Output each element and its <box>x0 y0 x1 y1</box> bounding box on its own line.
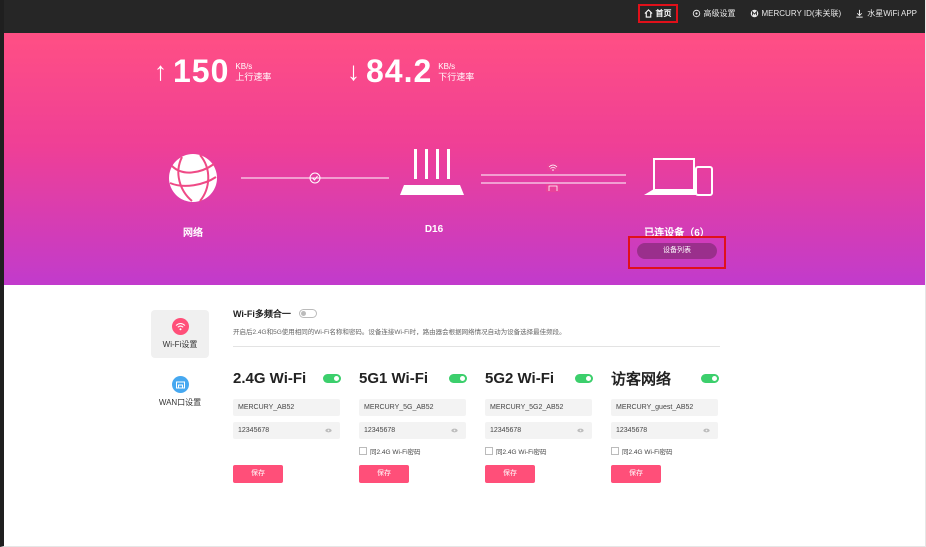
show-password-icon[interactable] <box>703 428 710 433</box>
band-header: 访客网络 <box>611 369 737 388</box>
save-button[interactable]: 保存 <box>611 465 661 483</box>
nav-home-label: 首页 <box>655 9 672 18</box>
password-input[interactable]: 12345678 <box>233 422 340 439</box>
device-list-highlight: 设备列表 <box>628 236 726 269</box>
wireless-icon <box>547 163 559 171</box>
sidebar-wifi-label: Wi-Fi设置 <box>162 340 198 349</box>
password-value: 12345678 <box>616 427 648 434</box>
connected-devices-icon[interactable] <box>644 158 713 196</box>
show-password-icon[interactable] <box>577 428 584 433</box>
wan-port-icon <box>171 376 189 393</box>
band-header: 2.4G Wi-Fi <box>233 369 359 387</box>
settings-sidebar: Wi-Fi设置 WAN口设置 <box>151 310 209 426</box>
download-icon <box>856 9 863 18</box>
mercury-id-icon <box>750 9 758 18</box>
save-button[interactable]: 保存 <box>233 465 283 483</box>
band-title: 5G1 Wi-Fi <box>359 369 429 387</box>
sidebar-wan-label: WAN口设置 <box>158 398 202 407</box>
password-value: 12345678 <box>364 427 396 434</box>
password-input[interactable]: 12345678 <box>359 422 466 439</box>
show-password-icon[interactable] <box>451 428 458 433</box>
network-diagram <box>169 149 713 202</box>
nav-advanced-label: 高级设置 <box>703 9 736 18</box>
nav-home[interactable]: 首页 <box>637 4 678 23</box>
same-password-checkbox[interactable]: 同2.4G Wi-Fi密码 <box>611 446 737 456</box>
home-icon <box>644 9 652 18</box>
multi-band-toggle[interactable] <box>298 309 317 318</box>
band-title: 2.4G Wi-Fi <box>233 369 307 387</box>
same-password-label: 同2.4G Wi-Fi密码 <box>622 449 673 456</box>
band-columns: 2.4G Wi-Fi MERCURY_AB52 12345678 保存 5G1 … <box>233 369 737 483</box>
wifi-icon <box>171 318 189 335</box>
password-input[interactable]: 12345678 <box>611 422 718 439</box>
gear-icon <box>692 9 700 18</box>
save-button[interactable]: 保存 <box>485 465 535 483</box>
globe-icon[interactable] <box>169 154 217 202</box>
nav-advanced-settings[interactable]: 高级设置 <box>692 8 736 19</box>
ssid-input[interactable]: MERCURY_AB52 <box>233 399 340 416</box>
checkbox-spacer <box>233 446 359 456</box>
band-5g1-toggle[interactable] <box>449 373 467 383</box>
band-title: 5G2 Wi-Fi <box>485 369 555 387</box>
same-password-label: 同2.4G Wi-Fi密码 <box>496 449 547 456</box>
checkbox-box[interactable] <box>359 447 367 455</box>
nav-menu: 首页 高级设置 MERCURY ID(未关联) 水星WiFi APP <box>637 4 917 23</box>
band-24g: 2.4G Wi-Fi MERCURY_AB52 12345678 保存 <box>233 369 359 483</box>
network-label: 网络 <box>183 228 203 239</box>
save-button[interactable]: 保存 <box>359 465 409 483</box>
wifi-settings-panel: Wi-Fi多频合一 开启后2.4G和5G使用相同的Wi-Fi名称和密码。设备连接… <box>233 307 723 483</box>
band-5g2-toggle[interactable] <box>575 373 593 383</box>
checkbox-box[interactable] <box>611 447 619 455</box>
sidebar-item-wan-settings[interactable]: WAN口设置 <box>151 368 209 416</box>
show-password-icon[interactable] <box>325 428 332 433</box>
password-value: 12345678 <box>238 427 270 434</box>
wired-icon <box>546 184 560 192</box>
password-input[interactable]: 12345678 <box>485 422 592 439</box>
multi-band-label: Wi-Fi多频合一 <box>233 309 291 319</box>
band-header: 5G2 Wi-Fi <box>485 369 611 387</box>
band-5g1: 5G1 Wi-Fi MERCURY_5G_AB52 12345678 同2.4G… <box>359 369 485 483</box>
same-password-checkbox[interactable]: 同2.4G Wi-Fi密码 <box>485 446 611 456</box>
router-icon[interactable] <box>400 149 464 195</box>
ssid-input[interactable]: MERCURY_guest_AB52 <box>611 399 718 416</box>
multi-band-row: Wi-Fi多频合一 <box>233 307 723 320</box>
band-guest-toggle[interactable] <box>701 373 719 383</box>
band-header: 5G1 Wi-Fi <box>359 369 485 387</box>
password-value: 12345678 <box>490 427 522 434</box>
same-password-checkbox[interactable]: 同2.4G Wi-Fi密码 <box>359 446 485 456</box>
checkbox-box[interactable] <box>485 447 493 455</box>
router-label: D16 <box>424 224 444 235</box>
nav-mercury-id[interactable]: MERCURY ID(未关联) <box>750 8 842 19</box>
band-title: 访客网络 <box>611 370 672 388</box>
router-admin-page: 首页 高级设置 MERCURY ID(未关联) 水星WiFi APP ↑ 150… <box>0 0 926 547</box>
nav-mercury-id-label: MERCURY ID(未关联) <box>761 9 842 18</box>
band-24g-toggle[interactable] <box>323 373 341 383</box>
ssid-input[interactable]: MERCURY_5G2_AB52 <box>485 399 592 416</box>
ssid-input[interactable]: MERCURY_5G_AB52 <box>359 399 466 416</box>
nav-app-download[interactable]: 水星WiFi APP <box>855 8 917 19</box>
status-hero: ↑ 150 KB/s 上行速率 ↓ 84.2 KB/s 下行速率 网络 D16 … <box>4 33 925 285</box>
same-password-label: 同2.4G Wi-Fi密码 <box>370 449 421 456</box>
device-list-button[interactable]: 设备列表 <box>637 243 717 259</box>
multi-band-description: 开启后2.4G和5G使用相同的Wi-Fi名称和密码。设备连接Wi-Fi时，路由器… <box>233 329 566 336</box>
sidebar-item-wifi-settings[interactable]: Wi-Fi设置 <box>151 310 209 358</box>
band-guest: 访客网络 MERCURY_guest_AB52 12345678 同2.4G W… <box>611 369 737 483</box>
section-divider <box>233 346 720 347</box>
band-5g2: 5G2 Wi-Fi MERCURY_5G2_AB52 12345678 同2.4… <box>485 369 611 483</box>
top-nav-bar: 首页 高级设置 MERCURY ID(未关联) 水星WiFi APP <box>4 0 925 33</box>
nav-app-label: 水星WiFi APP <box>867 9 917 18</box>
